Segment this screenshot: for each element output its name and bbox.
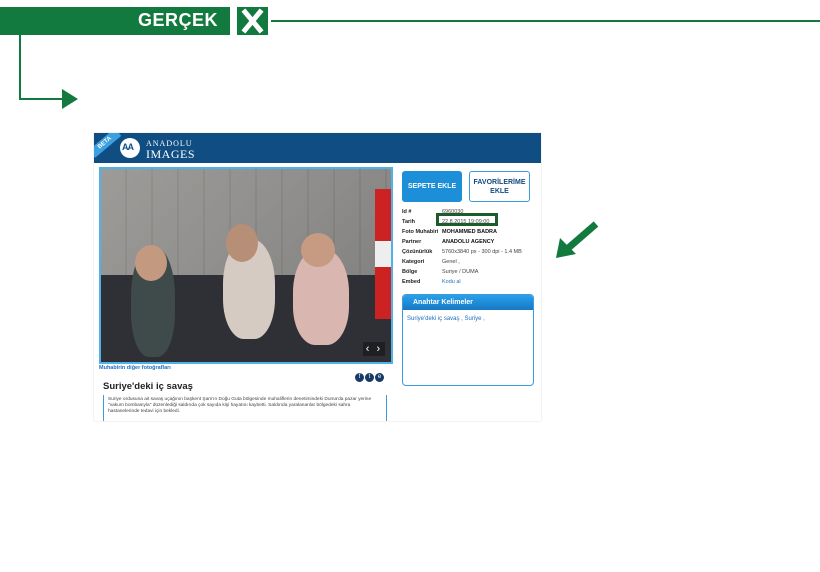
social-share: fte: [355, 365, 385, 382]
photo-nav-arrows[interactable]: ‹ ›: [363, 342, 385, 356]
add-to-cart-button[interactable]: SEPETE EKLE: [402, 171, 462, 202]
caption-text: Suriye ordusuna ait savaş uçağının başke…: [103, 395, 387, 421]
embed-link[interactable]: Kodu al: [442, 277, 461, 287]
twitter-icon[interactable]: t: [365, 373, 374, 382]
connector-line-horizontal: [19, 98, 65, 100]
close-icon: [237, 7, 268, 35]
connector-line: [19, 35, 21, 100]
date-highlight-box: [436, 213, 498, 226]
webpage-screenshot: BETA AA ANADOLU IMAGES ‹ › SEPETE EKLE F…: [94, 133, 541, 421]
site-header: BETA AA ANADOLU IMAGES: [94, 133, 541, 163]
brand-line-2: IMAGES: [146, 147, 196, 161]
beta-badge: BETA: [94, 133, 122, 158]
caption-title: Suriye'deki iç savaş: [103, 381, 193, 392]
arrow-right-icon: [62, 89, 78, 109]
news-photo[interactable]: ‹ ›: [99, 167, 393, 364]
arrow-down-left-icon: [556, 221, 599, 258]
divider-line: [271, 20, 820, 22]
add-to-favorites-button[interactable]: FAVORİLERİME EKLE: [469, 171, 530, 202]
email-icon[interactable]: e: [375, 373, 384, 382]
keywords-list[interactable]: Suriye'deki iç savaş , Suriye ,: [403, 310, 533, 328]
keywords-panel: Anahtar Kelimeler Suriye'deki iç savaş ,…: [402, 294, 534, 386]
keywords-title: Anahtar Kelimeler: [403, 295, 533, 310]
logo-icon[interactable]: AA: [120, 138, 140, 158]
facebook-icon[interactable]: f: [355, 373, 364, 382]
verdict-label: GERÇEK: [137, 10, 218, 30]
other-photos-link[interactable]: Muhabirin diğer fotoğrafları: [99, 365, 171, 371]
verdict-banner: GERÇEK: [0, 7, 230, 35]
